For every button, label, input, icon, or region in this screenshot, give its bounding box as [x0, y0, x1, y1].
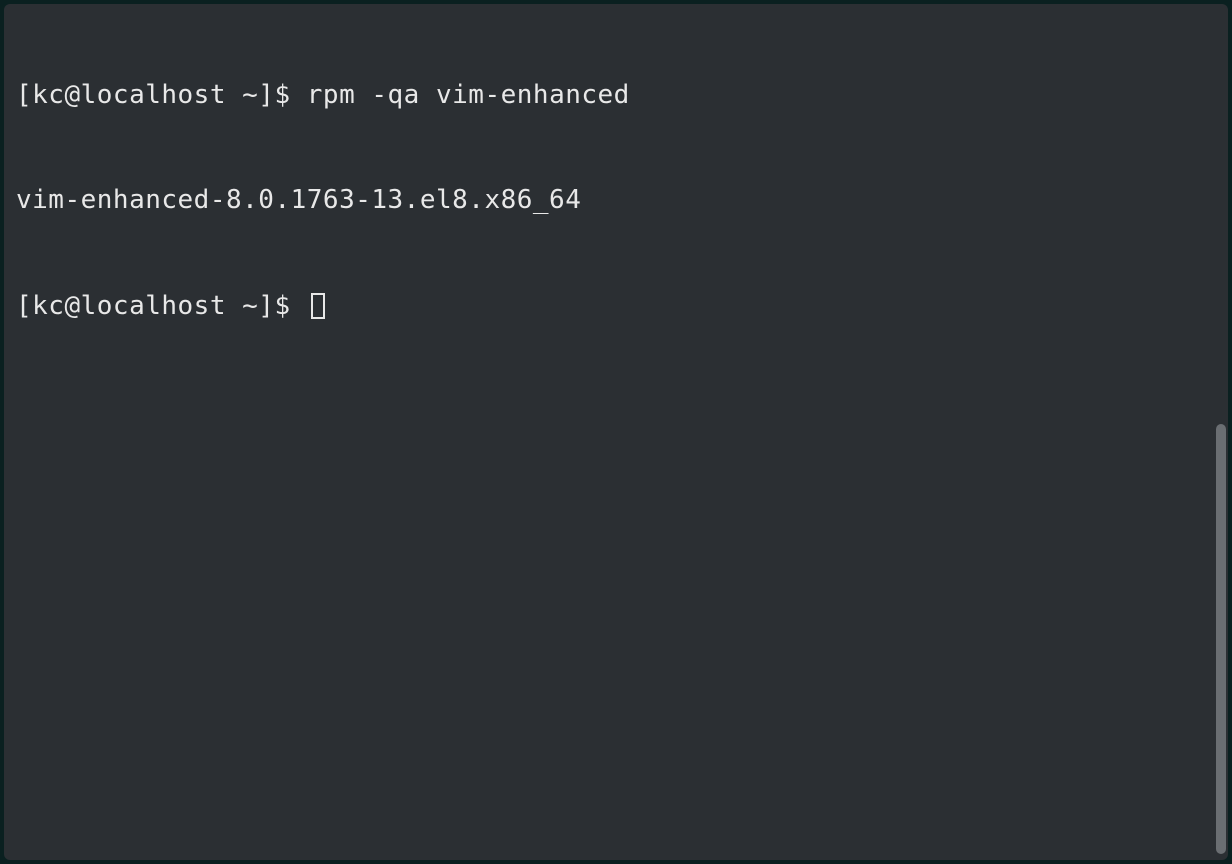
- command-text: rpm -qa vim-enhanced: [307, 80, 630, 110]
- terminal-line-2: vim-enhanced-8.0.1763-13.el8.x86_64: [16, 183, 1216, 218]
- shell-prompt: [kc@localhost ~]$: [16, 80, 307, 110]
- terminal-content[interactable]: [kc@localhost ~]$ rpm -qa vim-enhanced v…: [4, 4, 1228, 398]
- terminal-window[interactable]: [kc@localhost ~]$ rpm -qa vim-enhanced v…: [4, 4, 1228, 860]
- cursor-icon: [311, 293, 325, 319]
- scrollbar-thumb[interactable]: [1216, 424, 1226, 854]
- shell-prompt: [kc@localhost ~]$: [16, 291, 307, 321]
- command-output: vim-enhanced-8.0.1763-13.el8.x86_64: [16, 185, 581, 215]
- terminal-line-3: [kc@localhost ~]$: [16, 289, 1216, 324]
- terminal-line-1: [kc@localhost ~]$ rpm -qa vim-enhanced: [16, 78, 1216, 113]
